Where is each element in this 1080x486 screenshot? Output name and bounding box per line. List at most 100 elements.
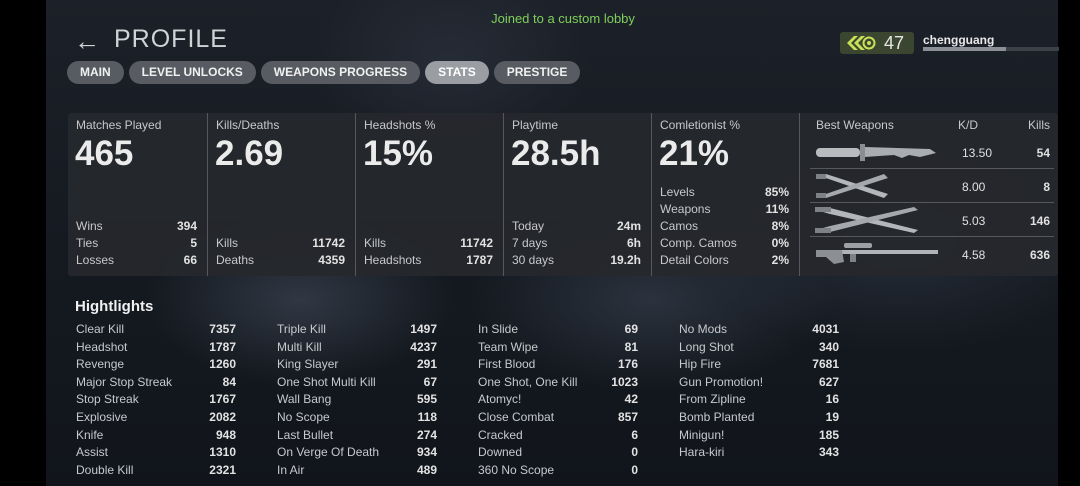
highlights-title: Hightlights: [75, 298, 154, 315]
tab-level-unlocks[interactable]: LEVEL UNLOCKS: [128, 61, 256, 84]
kd-header: K/D: [958, 118, 979, 132]
weapon-kills: 146: [1029, 214, 1050, 228]
stat-row-comp-camos: Comp. Camos 0%: [660, 236, 789, 250]
stat-row-detail-colors: Detail Colors 2%: [660, 253, 789, 267]
highlight-row: Multi Kill 4237: [277, 340, 437, 358]
highlight-label: Atomyc!: [478, 392, 522, 407]
stat-completionist: Comletionist % 21% Levels 85% Weapons 11% …: [652, 113, 800, 276]
highlight-row: In Slide 69: [478, 322, 638, 340]
highlight-row: Hara-kiri 343: [679, 445, 839, 463]
weapon-row[interactable]: 13.50 54: [810, 135, 1054, 169]
highlight-value: 0: [631, 462, 638, 477]
highlight-value: 4237: [410, 339, 437, 354]
highlight-value: 1023: [611, 374, 638, 389]
highlight-label: Downed: [478, 445, 523, 460]
player-name: chengguang: [923, 33, 995, 47]
stat-label: Kills/Deaths: [216, 118, 280, 132]
page-title: PROFILE: [114, 25, 228, 53]
weapon-row[interactable]: 5.03 146: [810, 203, 1054, 237]
highlight-label: Wall Bang: [277, 392, 332, 407]
highlight-label: Close Combat: [478, 409, 555, 424]
weapon-kd: 8.00: [962, 180, 986, 194]
highlight-value: 67: [423, 374, 437, 389]
highlight-value: 1260: [209, 357, 236, 372]
highlight-row: One Shot, One Kill 1023: [478, 375, 638, 393]
highlight-label: No Mods: [679, 322, 728, 336]
highlight-value: 185: [818, 427, 839, 442]
highlight-label: Minigun!: [679, 427, 725, 442]
highlight-label: Hara-kiri: [679, 445, 725, 460]
highlight-row: King Slayer 291: [277, 357, 437, 375]
highlight-label: Triple Kill: [277, 322, 326, 336]
stat-matches-played: Matches Played 465 Wins 394 Ties 5 Losses 6…: [68, 113, 208, 276]
highlight-label: Stop Streak: [76, 392, 139, 407]
highlight-label: Bomb Planted: [679, 409, 755, 424]
highlight-row: No Scope 118: [277, 410, 437, 428]
highlight-row: No Mods 4031: [679, 322, 839, 340]
highlight-value: 1787: [209, 339, 236, 354]
xp-progress-fill: [923, 47, 1006, 51]
highlight-row: Assist 1310: [76, 445, 236, 463]
highlights-column: No Mods 4031 Long Shot 340 Hip Fire 7681 Gun P…: [679, 322, 839, 463]
highlight-row: 360 No Scope 0: [478, 463, 638, 481]
highlight-label: Gun Promotion!: [679, 374, 764, 389]
highlight-label: Hip Fire: [679, 357, 722, 372]
highlight-value: 81: [624, 339, 638, 354]
highlight-row: Major Stop Streak 84: [76, 375, 236, 393]
highlight-label: Major Stop Streak: [76, 374, 173, 389]
highlight-label: First Blood: [478, 357, 536, 372]
highlight-value: 489: [416, 462, 437, 477]
highlight-label: Knife: [76, 427, 104, 442]
highlight-label: 360 No Scope: [478, 462, 555, 477]
stat-label: Matches Played: [76, 118, 162, 132]
tab-weapons-progress[interactable]: WEAPONS PROGRESS: [260, 61, 421, 84]
highlight-value: 0: [631, 445, 638, 460]
highlight-value: 84: [222, 374, 236, 389]
highlight-row: From Zipline 16: [679, 392, 839, 410]
highlight-value: 1767: [209, 392, 236, 407]
highlight-row: Headshot 1787: [76, 340, 236, 358]
stat-label: Headshots %: [364, 118, 436, 132]
profile-tabs: MAIN LEVEL UNLOCKS WEAPONS PROGRESS STAT…: [67, 61, 581, 84]
highlight-row: In Air 489: [277, 463, 437, 481]
tab-main[interactable]: MAIN: [67, 61, 124, 84]
highlight-row: Downed 0: [478, 445, 638, 463]
highlight-value: 1310: [209, 445, 236, 460]
tab-prestige[interactable]: PRESTIGE: [493, 61, 581, 84]
highlight-label: Explosive: [76, 409, 128, 424]
tab-stats[interactable]: STATS: [425, 61, 489, 84]
highlight-value: 340: [818, 339, 839, 354]
highlight-value: 42: [624, 392, 638, 407]
highlight-label: No Scope: [277, 409, 330, 424]
highlight-label: From Zipline: [679, 392, 746, 407]
weapon-row[interactable]: 4.58 636: [810, 237, 1054, 270]
highlight-value: 948: [215, 427, 236, 442]
stat-value: 465: [75, 134, 134, 173]
stat-row-ties: Ties 5: [76, 236, 197, 250]
highlights-column: Clear Kill 7357 Headshot 1787 Revenge 1260 Maj…: [76, 322, 236, 480]
back-arrow-icon[interactable]: ←: [74, 26, 100, 57]
highlight-label: Double Kill: [76, 462, 134, 477]
stat-row-today: Today 24m: [512, 219, 641, 233]
weapon-row[interactable]: 8.00 8: [810, 169, 1054, 203]
stat-row-kills: Kills 11742: [364, 236, 493, 250]
highlight-label: Assist: [76, 445, 109, 460]
highlight-value: 176: [617, 357, 638, 372]
highlight-label: One Shot, One Kill: [478, 374, 578, 389]
combat-knife-icon: [816, 144, 936, 161]
highlight-value: 16: [825, 392, 839, 407]
stat-value: 2.69: [215, 134, 284, 173]
highlight-value: 1497: [410, 322, 437, 336]
highlight-row: Minigun! 185: [679, 428, 839, 446]
stat-label: Comletionist %: [660, 118, 741, 132]
highlight-row: Last Bullet 274: [277, 428, 437, 446]
stat-row-7-days: 7 days 6h: [512, 236, 641, 250]
player-level: 47: [884, 33, 905, 53]
weapon-kills: 636: [1029, 248, 1050, 262]
right-letterbox: [1058, 0, 1080, 486]
highlight-label: Multi Kill: [277, 339, 322, 354]
best-weapons-title: Best Weapons: [816, 118, 894, 132]
highlights-column: Triple Kill 1497 Multi Kill 4237 King Slayer…: [277, 322, 437, 480]
weapon-kills: 8: [1043, 180, 1050, 194]
crossed-machetes-icon: [815, 207, 918, 233]
